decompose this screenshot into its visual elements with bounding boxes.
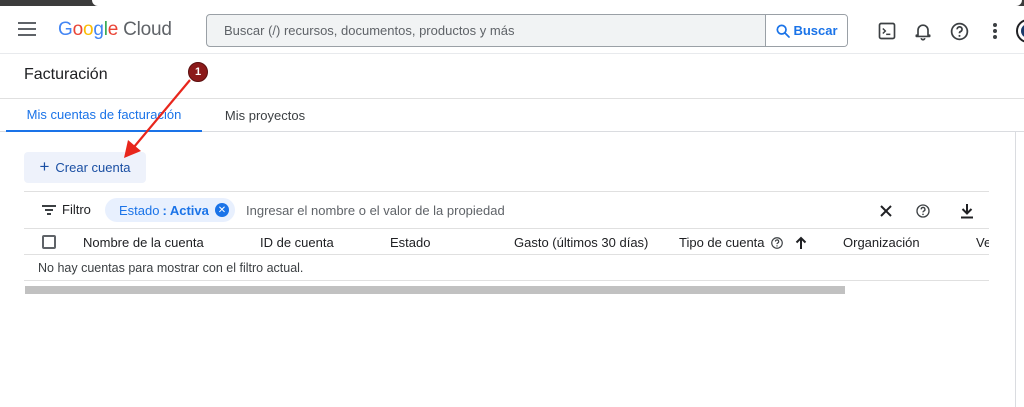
tab-bar: Mis cuentas de facturación Mis proyectos xyxy=(0,99,1024,132)
column-header-account-id[interactable]: ID de cuenta xyxy=(260,235,334,250)
bell-icon[interactable] xyxy=(912,20,934,42)
avatar[interactable] xyxy=(1014,19,1024,43)
download-icon[interactable] xyxy=(957,201,977,221)
sort-arrow-up-icon[interactable] xyxy=(795,236,807,250)
filter-help-icon[interactable] xyxy=(913,201,933,221)
status-filter-chip[interactable]: Estado : Activa ✕ xyxy=(105,198,235,222)
top-header: Google Cloud Buscar xyxy=(0,6,1024,54)
logo-letter: g xyxy=(93,19,104,40)
chip-value: Activa xyxy=(169,202,209,218)
logo-letter: e xyxy=(107,19,119,40)
create-account-label: Crear cuenta xyxy=(55,160,131,175)
filter-bar: Filtro Estado : Activa ✕ xyxy=(24,191,989,228)
chip-key: Estado xyxy=(119,202,160,218)
logo-letter: G xyxy=(58,19,73,40)
column-header-truncated[interactable]: Ve xyxy=(976,235,989,250)
page-title-bar: Facturación xyxy=(0,54,1024,99)
horizontal-scrollbar[interactable] xyxy=(25,286,845,294)
column-header-status[interactable]: Estado xyxy=(390,235,430,250)
column-header-spend[interactable]: Gasto (últimos 30 días) xyxy=(514,235,648,250)
logo-letter: o xyxy=(82,19,94,40)
column-header-account-name[interactable]: Nombre de la cuenta xyxy=(83,235,204,250)
filter-label: Filtro xyxy=(62,202,91,217)
terminal-icon[interactable] xyxy=(876,20,898,42)
search-button[interactable]: Buscar xyxy=(765,15,847,46)
column-header-account-type-label: Tipo de cuenta xyxy=(679,235,765,250)
search-icon xyxy=(776,23,791,38)
search-button-label: Buscar xyxy=(793,23,838,38)
logo-suffix: Cloud xyxy=(123,19,172,40)
tab-billing-accounts[interactable]: Mis cuentas de facturación xyxy=(6,99,202,132)
filter-input[interactable] xyxy=(246,199,846,221)
logo-letter: o xyxy=(72,19,84,40)
plus-icon: + xyxy=(39,156,50,176)
panel-divider xyxy=(1015,132,1016,407)
filter-icon xyxy=(42,204,56,215)
filter-button[interactable]: Filtro xyxy=(42,202,91,217)
help-icon[interactable] xyxy=(948,20,970,42)
page-title: Facturación xyxy=(24,66,108,83)
google-cloud-logo[interactable]: Google Cloud xyxy=(58,19,172,41)
column-header-organization[interactable]: Organización xyxy=(843,235,920,250)
help-icon[interactable] xyxy=(770,236,784,250)
search-box: Buscar xyxy=(206,14,848,47)
table-row: No hay cuentas para mostrar con el filtr… xyxy=(24,255,989,281)
create-account-button[interactable]: + Crear cuenta xyxy=(24,152,146,183)
annotation-badge: 1 xyxy=(188,62,208,82)
chip-separator: : xyxy=(162,202,167,218)
chip-remove-icon[interactable]: ✕ xyxy=(215,203,229,217)
table-header: Nombre de la cuenta ID de cuenta Estado … xyxy=(24,228,989,255)
select-all-checkbox[interactable] xyxy=(42,235,56,249)
empty-state-message: No hay cuentas para mostrar con el filtr… xyxy=(38,261,304,275)
more-vert-icon[interactable] xyxy=(984,20,1006,42)
search-input[interactable] xyxy=(208,16,766,45)
tab-my-projects[interactable]: Mis proyectos xyxy=(206,99,324,132)
column-header-account-type[interactable]: Tipo de cuenta xyxy=(679,235,807,250)
menu-icon[interactable] xyxy=(18,22,36,36)
clear-filter-icon[interactable] xyxy=(876,201,896,221)
